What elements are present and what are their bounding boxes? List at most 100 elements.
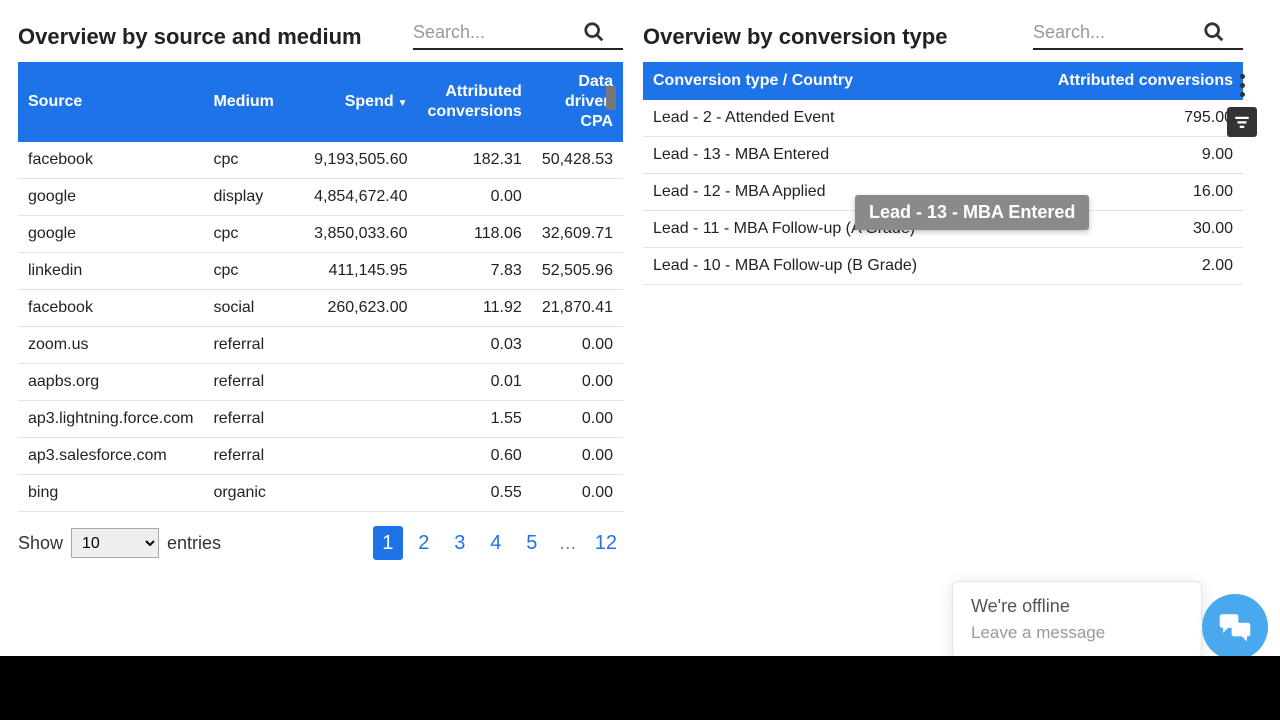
search-input-right[interactable] bbox=[1033, 22, 1203, 43]
column-resize-handle[interactable] bbox=[606, 86, 616, 110]
chat-prompt: Leave a message bbox=[971, 623, 1183, 643]
col-attributed-conversions[interactable]: Attributed conversions bbox=[418, 62, 532, 142]
table-row[interactable]: Lead - 2 - Attended Event795.00 bbox=[643, 100, 1243, 137]
cell-spend bbox=[298, 327, 418, 364]
col-attributed-conversions-right[interactable]: Attributed conversions bbox=[1043, 62, 1243, 100]
cell-cpa: 0.00 bbox=[532, 401, 623, 438]
cell-cpa: 50,428.53 bbox=[532, 142, 623, 179]
cell-conversions: 0.00 bbox=[418, 179, 532, 216]
cell-spend bbox=[298, 401, 418, 438]
cell-conversions: 0.03 bbox=[418, 327, 532, 364]
table-row[interactable]: ap3.salesforce.comreferral0.600.00 bbox=[18, 438, 623, 475]
cell-conversion-name: Lead - 2 - Attended Event bbox=[643, 100, 1043, 137]
chat-status: We're offline bbox=[971, 596, 1183, 617]
cell-source: facebook bbox=[18, 290, 203, 327]
search-right[interactable] bbox=[1033, 18, 1243, 50]
pagination: 12345...12 bbox=[373, 526, 623, 560]
search-icon[interactable] bbox=[1203, 21, 1225, 43]
table-row[interactable]: ap3.lightning.force.comreferral 1.550.00 bbox=[18, 401, 623, 438]
table-row[interactable]: Lead - 13 - MBA Entered9.00 bbox=[643, 137, 1243, 174]
cell-spend: 3,850,033.60 bbox=[298, 216, 418, 253]
search-input-left[interactable] bbox=[413, 22, 583, 43]
cell-medium: cpc bbox=[203, 253, 297, 290]
cell-source: bing bbox=[18, 475, 203, 512]
col-source[interactable]: Source bbox=[18, 62, 203, 142]
table-row[interactable]: facebookcpc9,193,505.60182.3150,428.53 bbox=[18, 142, 623, 179]
cell-source: aapbs.org bbox=[18, 364, 203, 401]
cell-conversions: 1.55 bbox=[418, 401, 532, 438]
table-row[interactable]: googledisplay4,854,672.400.00 bbox=[18, 179, 623, 216]
cell-conversion-value: 2.00 bbox=[1043, 248, 1243, 285]
col-spend[interactable]: Spend▼ bbox=[298, 62, 418, 142]
cell-conversions: 0.60 bbox=[418, 438, 532, 475]
cell-cpa: 0.00 bbox=[532, 364, 623, 401]
cell-source: ap3.salesforce.com bbox=[18, 438, 203, 475]
cell-conversions: 0.01 bbox=[418, 364, 532, 401]
cell-cpa: 52,505.96 bbox=[532, 253, 623, 290]
page-2[interactable]: 2 bbox=[409, 526, 439, 560]
page-ellipsis: ... bbox=[553, 526, 583, 560]
cell-spend: 9,193,505.60 bbox=[298, 142, 418, 179]
cell-conversion-name: Lead - 13 - MBA Entered bbox=[643, 137, 1043, 174]
filter-icon[interactable] bbox=[1227, 107, 1257, 137]
table-row[interactable]: Lead - 10 - MBA Follow-up (B Grade)2.00 bbox=[643, 248, 1243, 285]
table-conversion-type: Conversion type / Country Attributed con… bbox=[643, 62, 1243, 285]
cell-medium: referral bbox=[203, 364, 297, 401]
table-row[interactable]: bingorganic0.550.00 bbox=[18, 475, 623, 512]
page-3[interactable]: 3 bbox=[445, 526, 475, 560]
panel-source-medium: Overview by source and medium Source Med… bbox=[18, 18, 623, 560]
chat-fab-button[interactable] bbox=[1202, 594, 1268, 660]
cell-medium: referral bbox=[203, 438, 297, 475]
cell-spend bbox=[298, 475, 418, 512]
cell-conversion-value: 795.00 bbox=[1043, 100, 1243, 137]
table-row[interactable]: googlecpc3,850,033.60118.0632,609.71 bbox=[18, 216, 623, 253]
cell-conversions: 0.55 bbox=[418, 475, 532, 512]
col-conversion-type[interactable]: Conversion type / Country bbox=[643, 62, 1043, 100]
cell-cpa: 0.00 bbox=[532, 327, 623, 364]
cell-conversion-name: Lead - 10 - MBA Follow-up (B Grade) bbox=[643, 248, 1043, 285]
table-row[interactable]: zoom.usreferral0.030.00 bbox=[18, 327, 623, 364]
cell-medium: cpc bbox=[203, 142, 297, 179]
page-4[interactable]: 4 bbox=[481, 526, 511, 560]
table-row[interactable]: linkedincpc411,145.957.8352,505.96 bbox=[18, 253, 623, 290]
cell-spend bbox=[298, 364, 418, 401]
panel-title-right: Overview by conversion type bbox=[643, 24, 947, 50]
cell-source: ap3.lightning.force.com bbox=[18, 401, 203, 438]
chat-popup[interactable]: We're offline Leave a message bbox=[952, 581, 1202, 658]
cell-medium: referral bbox=[203, 401, 297, 438]
cell-source: google bbox=[18, 179, 203, 216]
page-12[interactable]: 12 bbox=[589, 526, 623, 560]
more-menu-icon[interactable] bbox=[1238, 72, 1247, 99]
cell-conversion-value: 9.00 bbox=[1043, 137, 1243, 174]
panel-title-left: Overview by source and medium bbox=[18, 24, 362, 50]
table-row[interactable]: aapbs.orgreferral 0.010.00 bbox=[18, 364, 623, 401]
cell-source: zoom.us bbox=[18, 327, 203, 364]
search-left[interactable] bbox=[413, 18, 623, 50]
search-icon[interactable] bbox=[583, 21, 605, 43]
cell-spend: 260,623.00 bbox=[298, 290, 418, 327]
row-tooltip: Lead - 13 - MBA Entered bbox=[855, 195, 1089, 230]
table-source-medium: Source Medium Spend▼ Attributed conversi… bbox=[18, 62, 623, 512]
bottom-bar bbox=[0, 656, 1280, 720]
panel-conversion-type: Overview by conversion type Conversion t… bbox=[643, 18, 1243, 560]
cell-source: facebook bbox=[18, 142, 203, 179]
page-1[interactable]: 1 bbox=[373, 526, 403, 560]
cell-medium: cpc bbox=[203, 216, 297, 253]
cell-conversions: 182.31 bbox=[418, 142, 532, 179]
cell-source: linkedin bbox=[18, 253, 203, 290]
entries-selector: Show 10 entries bbox=[18, 528, 221, 558]
cell-spend bbox=[298, 438, 418, 475]
page-5[interactable]: 5 bbox=[517, 526, 547, 560]
table-row[interactable]: facebooksocial260,623.0011.9221,870.41 bbox=[18, 290, 623, 327]
cell-conversions: 7.83 bbox=[418, 253, 532, 290]
col-medium[interactable]: Medium bbox=[203, 62, 297, 142]
cell-cpa bbox=[532, 179, 623, 216]
entries-select[interactable]: 10 bbox=[71, 528, 159, 558]
cell-medium: display bbox=[203, 179, 297, 216]
cell-medium: social bbox=[203, 290, 297, 327]
cell-spend: 4,854,672.40 bbox=[298, 179, 418, 216]
cell-spend: 411,145.95 bbox=[298, 253, 418, 290]
cell-cpa: 21,870.41 bbox=[532, 290, 623, 327]
cell-conversions: 118.06 bbox=[418, 216, 532, 253]
sort-desc-icon: ▼ bbox=[398, 98, 408, 109]
